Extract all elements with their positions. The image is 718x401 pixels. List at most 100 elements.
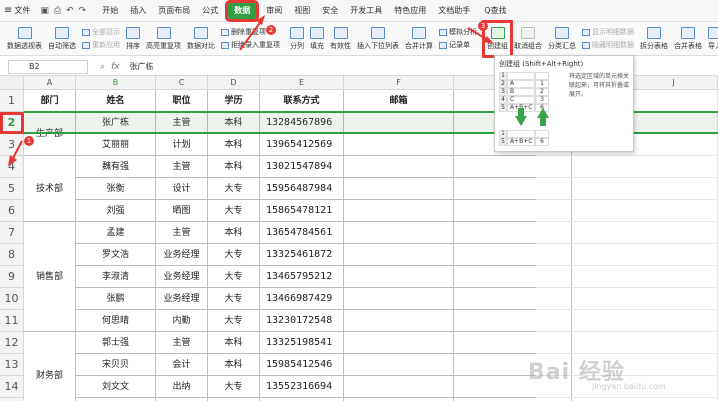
tab-page-layout[interactable]: 页面布局: [152, 0, 196, 22]
validity-button[interactable]: 有效性: [327, 22, 354, 56]
row-header[interactable]: 8: [0, 244, 24, 266]
email-cell[interactable]: [344, 200, 454, 222]
row-header[interactable]: 4: [0, 156, 24, 178]
record-form-button[interactable]: 记录单: [439, 40, 477, 50]
email-cell[interactable]: [344, 288, 454, 310]
name-box[interactable]: B2: [8, 59, 88, 74]
table-cell[interactable]: 张鹏: [76, 288, 156, 310]
empty-cell[interactable]: [536, 156, 718, 178]
merge-table-button[interactable]: 合并表格: [671, 22, 705, 56]
table-cell[interactable]: 本科: [208, 332, 260, 354]
department-cell[interactable]: 技术部: [24, 156, 76, 222]
table-cell[interactable]: 出纳: [156, 376, 208, 398]
table-cell[interactable]: 内勤: [156, 310, 208, 332]
tab-data[interactable]: 数据: [225, 0, 260, 22]
empty-cell[interactable]: [536, 310, 718, 332]
empty-cell[interactable]: [536, 288, 718, 310]
empty-cell[interactable]: [536, 200, 718, 222]
empty-cell[interactable]: [536, 266, 718, 288]
reject-duplicates-button[interactable]: 拒绝录入重复项: [221, 40, 280, 50]
table-cell[interactable]: 大专: [208, 310, 260, 332]
row-header[interactable]: 6: [0, 200, 24, 222]
tab-security[interactable]: 安全: [316, 0, 344, 22]
table-cell[interactable]: 宋贝贝: [76, 354, 156, 376]
split-table-button[interactable]: 拆分表格: [637, 22, 671, 56]
table-cell[interactable]: 大专: [208, 376, 260, 398]
redo-icon[interactable]: ↷: [79, 6, 87, 16]
phone-cell[interactable]: 13465795212: [260, 266, 344, 288]
undo-icon[interactable]: ↶: [66, 6, 74, 16]
table-cell[interactable]: 艾丽丽: [76, 134, 156, 156]
table-cell[interactable]: 大专: [208, 288, 260, 310]
table-cell[interactable]: 刘强: [76, 200, 156, 222]
table-cell[interactable]: 会计: [156, 354, 208, 376]
phone-cell[interactable]: 15985412546: [260, 354, 344, 376]
table-cell[interactable]: 本科: [208, 222, 260, 244]
create-group-button[interactable]: 创建组: [482, 19, 513, 58]
table-cell[interactable]: 计划: [156, 134, 208, 156]
table-cell[interactable]: 大专: [208, 178, 260, 200]
phone-cell[interactable]: 13466987429: [260, 288, 344, 310]
phone-cell[interactable]: 15865478121: [260, 200, 344, 222]
highlight-duplicates-button[interactable]: 高亮重复项: [143, 22, 184, 56]
split-column-button[interactable]: 分列: [287, 22, 307, 56]
email-cell[interactable]: [344, 222, 454, 244]
zoom-icon[interactable]: ⌕: [100, 62, 105, 72]
row-header[interactable]: 5: [0, 178, 24, 200]
table-cell[interactable]: 主管: [156, 112, 208, 134]
show-all-button[interactable]: 全部显示: [82, 27, 120, 37]
table-cell[interactable]: 李淑清: [76, 266, 156, 288]
search-button[interactable]: Q查找: [484, 5, 506, 16]
row-header[interactable]: 11: [0, 310, 24, 332]
import-button[interactable]: 导入: [705, 22, 718, 56]
column-header[interactable]: A: [24, 76, 76, 90]
column-header[interactable]: B: [76, 76, 156, 90]
column-header[interactable]: F: [344, 76, 454, 90]
table-cell[interactable]: 主管: [156, 156, 208, 178]
pivot-table-button[interactable]: 数据透视表: [4, 22, 45, 56]
phone-cell[interactable]: 15956487984: [260, 178, 344, 200]
tab-doc-helper[interactable]: 文档助手: [432, 0, 476, 22]
data-compare-button[interactable]: 数据对比: [184, 22, 218, 56]
table-cell[interactable]: 业务经理: [156, 266, 208, 288]
select-all-corner[interactable]: [0, 76, 24, 90]
row-header[interactable]: 7: [0, 222, 24, 244]
department-cell[interactable]: 销售部: [24, 222, 76, 332]
formula-value[interactable]: 张广栋: [130, 61, 154, 72]
table-cell[interactable]: 本科: [208, 134, 260, 156]
table-cell[interactable]: 郭士强: [76, 332, 156, 354]
table-header-cell[interactable]: 联系方式: [260, 90, 344, 112]
column-header[interactable]: E: [260, 76, 344, 90]
email-cell[interactable]: [344, 332, 454, 354]
consolidate-button[interactable]: 合并计算: [402, 22, 436, 56]
empty-cell[interactable]: [536, 222, 718, 244]
fill-button[interactable]: 填充: [307, 22, 327, 56]
column-header[interactable]: J: [630, 76, 718, 90]
table-cell[interactable]: 张衡: [76, 178, 156, 200]
phone-cell[interactable]: 13552316694: [260, 376, 344, 398]
table-header-cell[interactable]: 学历: [208, 90, 260, 112]
table-cell[interactable]: 张广栋: [76, 112, 156, 134]
phone-cell[interactable]: 13284567896: [260, 112, 344, 134]
insert-dropdown-button[interactable]: 插入下拉列表: [354, 22, 402, 56]
hide-detail-button[interactable]: 隐藏明细数据: [582, 40, 634, 50]
email-cell[interactable]: [344, 112, 454, 134]
phone-cell[interactable]: 13021547894: [260, 156, 344, 178]
row-header[interactable]: 1: [0, 90, 24, 112]
column-header[interactable]: D: [208, 76, 260, 90]
row-header[interactable]: 9: [0, 266, 24, 288]
table-header-cell[interactable]: 部门: [24, 90, 76, 112]
table-header-cell[interactable]: 姓名: [76, 90, 156, 112]
table-cell[interactable]: 设计: [156, 178, 208, 200]
email-cell[interactable]: [344, 134, 454, 156]
row-header[interactable]: 3: [0, 134, 24, 156]
department-cell[interactable]: 生产部: [24, 112, 76, 156]
sort-button[interactable]: 排序: [123, 22, 143, 56]
phone-cell[interactable]: 13965412569: [260, 134, 344, 156]
column-header[interactable]: C: [156, 76, 208, 90]
tab-developer[interactable]: 开发工具: [344, 0, 388, 22]
tab-formula[interactable]: 公式: [196, 0, 224, 22]
email-cell[interactable]: [344, 178, 454, 200]
email-cell[interactable]: [344, 310, 454, 332]
table-cell[interactable]: 孟建: [76, 222, 156, 244]
